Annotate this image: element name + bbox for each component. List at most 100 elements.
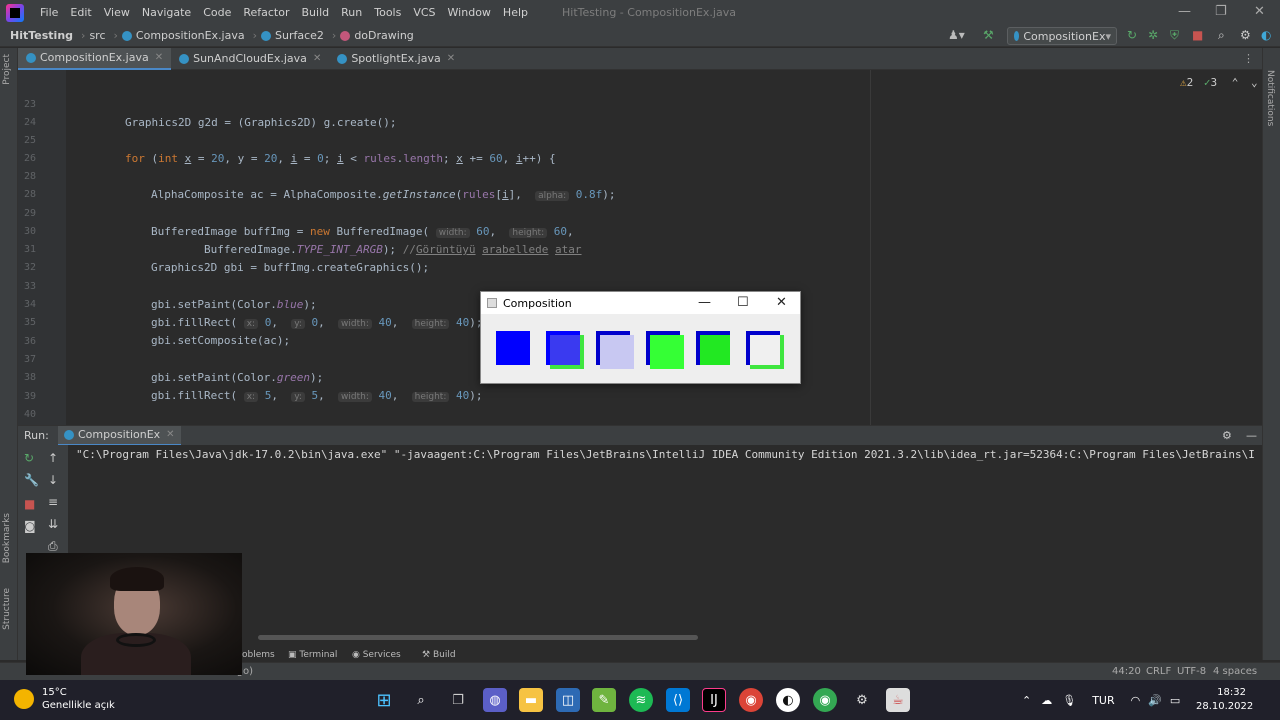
battery-icon[interactable]: ▭ (1170, 694, 1180, 707)
tab-sunandcloud[interactable]: SunAndCloudEx.java ✕ (171, 48, 329, 70)
intellij-icon[interactable]: IJ (702, 688, 726, 712)
chrome-icon[interactable]: ◉ (739, 688, 763, 712)
run-config-selector[interactable]: CompositionEx ▾ (1007, 27, 1117, 45)
chevron-up-icon[interactable]: ⌃ (1022, 694, 1031, 707)
print-icon[interactable]: ⎙ (48, 539, 58, 554)
app-icon[interactable]: ◐ (776, 688, 800, 712)
debug-icon[interactable]: ✲ (1148, 28, 1158, 42)
caret-position[interactable]: 44:20 (1112, 666, 1141, 677)
code-line: 23 Graphics2D g2d = (Graphics2D) g.creat… (23, 99, 397, 129)
coverage-icon[interactable]: ⛨ (1170, 28, 1179, 43)
breadcrumb-project[interactable]: HitTesting (10, 29, 73, 42)
run-tab[interactable]: CompositionEx ✕ (58, 425, 181, 446)
menu-tools[interactable]: Tools (368, 6, 407, 19)
clock[interactable]: 18:32 28.10.2022 (1196, 686, 1253, 714)
maximize-icon[interactable]: ☐ (737, 295, 749, 310)
rerun-icon[interactable]: ↻ (1127, 28, 1137, 42)
soft-wrap-icon[interactable]: ≡ (48, 495, 58, 509)
scroll-to-end-icon[interactable]: ⇊ (48, 517, 58, 531)
menu-refactor[interactable]: Refactor (237, 6, 295, 19)
language-indicator[interactable]: TUR (1092, 694, 1114, 707)
menu-view[interactable]: View (98, 6, 136, 19)
tab-spotlight[interactable]: SpotlightEx.java ✕ (329, 48, 463, 70)
chrome-profile-icon[interactable]: ◉ (813, 688, 837, 712)
menu-build[interactable]: Build (296, 6, 336, 19)
webcam-person-hair (110, 567, 164, 591)
windows-start-icon[interactable]: ⊞ (372, 688, 396, 712)
problems-tool-tab[interactable]: oblems (242, 650, 275, 660)
close-icon[interactable]: ✕ (1254, 4, 1265, 19)
task-view-icon[interactable]: ❐ (446, 688, 470, 712)
menu-code[interactable]: Code (197, 6, 237, 19)
system-tray: ⌃ ☁ 🎙 TUR ◠ 🔊 ▭ (1022, 680, 1180, 720)
code-line: 41 gbi.dispose(); (18, 406, 1218, 424)
menu-edit[interactable]: Edit (64, 6, 97, 19)
file-explorer-icon[interactable]: ▬ (519, 688, 543, 712)
restore-icon[interactable]: ❐ (1215, 4, 1227, 19)
chat-icon[interactable]: ◍ (483, 688, 507, 712)
volume-icon[interactable]: 🔊 (1148, 694, 1162, 707)
search-icon[interactable]: ⌕ (1218, 28, 1225, 43)
breadcrumb-file[interactable]: CompositionEx.java (121, 29, 245, 42)
breadcrumb-class[interactable]: Surface2 (261, 29, 324, 42)
microphone-icon[interactable]: 🎙 (1062, 694, 1076, 707)
spotify-icon[interactable]: ≋ (629, 688, 653, 712)
java-app-icon[interactable]: ☕ (886, 688, 910, 712)
wifi-icon[interactable]: ◠ (1131, 694, 1141, 707)
close-tab-icon[interactable]: ✕ (313, 53, 321, 64)
close-tab-icon[interactable]: ✕ (155, 52, 163, 63)
gear-icon[interactable]: ⚙ (1240, 28, 1251, 42)
user-icon[interactable]: ♟▾ (948, 28, 965, 42)
indent-setting[interactable]: 4 spaces (1213, 666, 1257, 677)
services-tool-tab[interactable]: ◉ Services (352, 650, 401, 660)
file-encoding[interactable]: UTF-8 (1177, 666, 1206, 677)
settings-icon[interactable]: ⚙ (850, 688, 874, 712)
structure-tool-tab[interactable]: Structure (2, 588, 12, 630)
build-tool-tab[interactable]: ⚒ Build (422, 650, 456, 660)
close-tab-icon[interactable]: ✕ (447, 53, 455, 64)
close-tab-icon[interactable]: ✕ (166, 429, 174, 440)
menu-window[interactable]: Window (442, 6, 497, 19)
chevron-down-icon[interactable]: ⌄ (1251, 76, 1258, 89)
more-tabs-icon[interactable]: ⋮ (1243, 52, 1254, 65)
menu-run[interactable]: Run (335, 6, 368, 19)
close-icon[interactable]: ✕ (776, 295, 787, 310)
line-separator[interactable]: CRLF (1146, 666, 1171, 677)
composition-titlebar[interactable]: Composition (481, 292, 800, 314)
minimize-icon[interactable]: — (698, 295, 711, 310)
arrow-up-icon[interactable]: ↑ (48, 451, 58, 465)
bookmarks-tool-tab[interactable]: Bookmarks (2, 513, 12, 563)
java-class-icon (121, 30, 132, 41)
terminal-tool-tab[interactable]: ▣ Terminal (288, 650, 337, 660)
minimize-icon[interactable]: — (1178, 4, 1191, 19)
breadcrumb-method[interactable]: doDrawing (340, 29, 414, 42)
notifications-tool-tab[interactable]: Notifications (1265, 70, 1275, 126)
java-class-icon (1014, 31, 1020, 41)
stop-icon[interactable]: ■ (1192, 28, 1203, 42)
horizontal-scrollbar[interactable] (258, 635, 698, 640)
vscode-icon[interactable]: ⟨⟩ (666, 688, 690, 712)
gear-icon[interactable]: ⚙ (1222, 429, 1232, 442)
wrench-icon[interactable]: 🔧 (24, 473, 39, 487)
menu-vcs[interactable]: VCS (407, 6, 441, 19)
menu-navigate[interactable]: Navigate (136, 6, 197, 19)
rerun-icon[interactable]: ↻ (24, 451, 34, 465)
cloud-icon[interactable]: ☁ (1041, 694, 1052, 707)
menu-help[interactable]: Help (497, 6, 534, 19)
search-icon[interactable]: ⌕ (409, 688, 433, 712)
plugin-icon[interactable]: ◐ (1261, 28, 1271, 42)
composition-window[interactable]: Composition — ☐ ✕ (480, 291, 801, 384)
build-hammer-icon[interactable]: ⚒ (983, 28, 994, 42)
arrow-down-icon[interactable]: ↓ (48, 473, 58, 487)
breadcrumb-src[interactable]: src (89, 29, 105, 42)
store-icon[interactable]: ◫ (556, 688, 580, 712)
tab-composition[interactable]: CompositionEx.java ✕ (18, 47, 172, 70)
project-tool-tab[interactable]: Project (2, 54, 12, 85)
chevron-up-icon[interactable]: ⌃ (1232, 76, 1239, 89)
stop-icon[interactable]: ■ (24, 497, 35, 511)
weather-widget[interactable]: 15°C Genellikle açık (14, 686, 115, 712)
hide-panel-icon[interactable]: — (1246, 429, 1257, 442)
notepad-icon[interactable]: ✎ (592, 688, 616, 712)
menu-file[interactable]: File (34, 6, 64, 19)
camera-icon[interactable]: ◙ (24, 519, 36, 533)
